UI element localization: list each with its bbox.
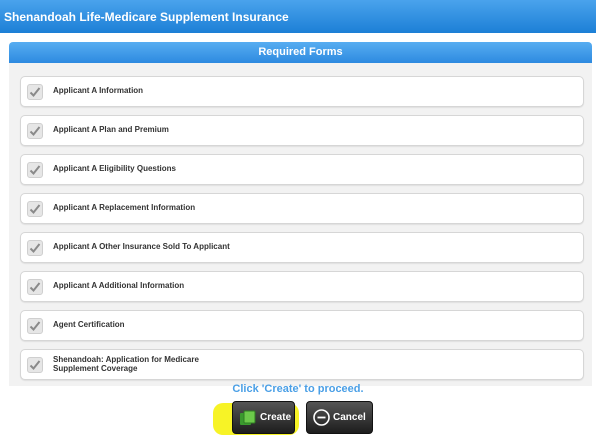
form-item-label: Applicant A Replacement Information bbox=[53, 203, 196, 213]
form-item-applicant-information[interactable]: Applicant A Information bbox=[20, 76, 584, 107]
window-title: Shenandoah Life-Medicare Supplement Insu… bbox=[4, 10, 289, 24]
cancel-button-label: Cancel bbox=[333, 412, 366, 423]
checkmark-icon[interactable] bbox=[27, 240, 43, 256]
form-item-label: Applicant A Other Insurance Sold To Appl… bbox=[53, 242, 230, 252]
form-item-label-line2: Supplement Coverage bbox=[53, 363, 138, 373]
checkmark-icon[interactable] bbox=[27, 162, 43, 178]
window-title-bar: Shenandoah Life-Medicare Supplement Insu… bbox=[0, 0, 596, 33]
section-title: Required Forms bbox=[258, 46, 343, 58]
required-forms-header: Required Forms bbox=[9, 42, 592, 63]
minus-circle-icon bbox=[313, 409, 330, 426]
form-item-label: Applicant A Eligibility Questions bbox=[53, 164, 176, 174]
form-item-medicare-application[interactable]: Shenandoah: Application for Medicare Sup… bbox=[20, 349, 584, 380]
form-item-label: Agent Certification bbox=[53, 320, 125, 330]
checkmark-icon[interactable] bbox=[27, 357, 43, 373]
checkmark-icon[interactable] bbox=[27, 123, 43, 139]
create-button[interactable]: Create bbox=[232, 401, 295, 434]
form-item-agent-certification[interactable]: Agent Certification bbox=[20, 310, 584, 341]
checkmark-icon[interactable] bbox=[27, 201, 43, 217]
cancel-button[interactable]: Cancel bbox=[306, 401, 373, 434]
form-item-label: Shenandoah: Application for Medicare Sup… bbox=[53, 350, 575, 379]
form-item-label: Applicant A Information bbox=[53, 86, 144, 96]
create-button-label: Create bbox=[260, 412, 292, 423]
checkmark-icon[interactable] bbox=[27, 279, 43, 295]
form-item-label: Applicant A Plan and Premium bbox=[53, 125, 169, 135]
form-item-other-insurance[interactable]: Applicant A Other Insurance Sold To Appl… bbox=[20, 232, 584, 263]
proceed-instruction: Click 'Create' to proceed. bbox=[232, 383, 364, 395]
form-item-plan-and-premium[interactable]: Applicant A Plan and Premium bbox=[20, 115, 584, 146]
checkmark-icon[interactable] bbox=[27, 318, 43, 334]
checkmark-icon[interactable] bbox=[27, 84, 43, 100]
form-item-replacement-information[interactable]: Applicant A Replacement Information bbox=[20, 193, 584, 224]
form-item-additional-information[interactable]: Applicant A Additional Information bbox=[20, 271, 584, 302]
form-item-label: Applicant A Additional Information bbox=[53, 281, 185, 291]
create-icon bbox=[239, 410, 257, 426]
form-item-eligibility-questions[interactable]: Applicant A Eligibility Questions bbox=[20, 154, 584, 185]
